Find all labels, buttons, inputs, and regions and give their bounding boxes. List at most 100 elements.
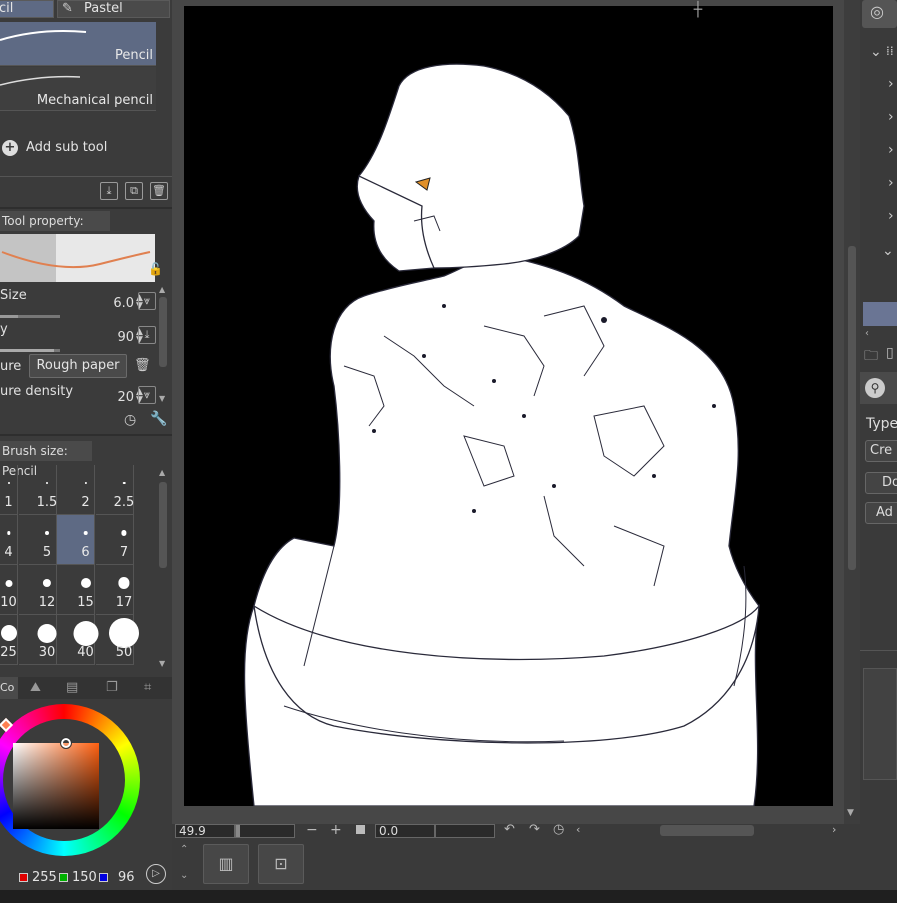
app-logo-button[interactable]: ◎ xyxy=(862,0,897,28)
zoom-out-icon[interactable]: − xyxy=(306,822,318,838)
scroll-left-icon[interactable]: ‹ xyxy=(576,823,580,836)
brush-size-cell[interactable]: 10 xyxy=(0,565,18,615)
trash-icon[interactable]: 🗑 xyxy=(150,182,168,200)
brush-size-grid: 1 1.5 2 2.5 4 5 6 7 10 12 15 17 25 30 40 50 xyxy=(0,465,154,672)
scroll-down-icon[interactable]: ▼ xyxy=(159,659,165,668)
brush-size-dot xyxy=(118,577,130,589)
brush-size-cell[interactable]: 1 xyxy=(0,465,18,515)
size-row[interactable]: Size 6.0 ▲ ▼ ⩔ xyxy=(0,284,156,318)
size-dynamics-icon[interactable]: ⩔ xyxy=(138,292,156,310)
new-folder-icon[interactable]: 🗀 xyxy=(864,345,878,369)
subtool-toolbar: ⤓ ⧉ 🗑 xyxy=(0,176,172,204)
brush-size-cell[interactable]: 50 xyxy=(95,615,139,665)
brush-size-cell[interactable]: 7 xyxy=(95,515,134,565)
chevron-down-icon[interactable]: ⌄ xyxy=(180,870,188,881)
chevron-right-icon[interactable]: › xyxy=(888,208,894,224)
zoom-field[interactable]: 49.9 xyxy=(175,824,235,838)
trash-icon[interactable]: 🗑 xyxy=(134,358,151,373)
chevron-right-icon[interactable]: › xyxy=(888,142,894,158)
brush-item-mechanical-pencil[interactable]: Mechanical pencil xyxy=(0,67,156,111)
snap-button[interactable]: ⊡ xyxy=(258,844,304,884)
color-set-icon[interactable]: ▤ xyxy=(66,680,78,695)
brush-size-scrollbar[interactable] xyxy=(159,482,167,568)
brush-size-cell[interactable]: 6 xyxy=(57,515,95,565)
chevron-right-icon[interactable]: › xyxy=(888,175,894,191)
scroll-down-icon[interactable]: ▼ xyxy=(159,394,165,403)
brush-size-dot xyxy=(7,482,10,484)
new-layer-icon[interactable]: ▯ xyxy=(886,345,894,361)
texture-density-dynamics-icon[interactable]: ⩔ xyxy=(138,386,156,404)
brush-size-cell[interactable]: 40 xyxy=(57,615,98,665)
brush-size-dot xyxy=(121,530,127,536)
import-icon[interactable]: ⤓ xyxy=(100,182,118,200)
brush-size-cell[interactable]: 15 xyxy=(57,565,95,615)
crosshair-cursor-icon: ┼ xyxy=(693,2,703,18)
download-button[interactable]: Do xyxy=(865,472,897,494)
lock-icon[interactable]: 🔓 xyxy=(148,262,163,276)
color-picker-handle[interactable] xyxy=(60,737,72,749)
create-button[interactable]: Cre xyxy=(865,440,897,462)
brush-size-label: 17 xyxy=(115,595,133,610)
fit-icon[interactable] xyxy=(356,825,365,834)
tool-property-scrollbar[interactable] xyxy=(159,297,167,367)
canvas-vertical-scroll[interactable]: ▼ xyxy=(844,0,860,826)
opacity-slider[interactable] xyxy=(0,349,60,352)
texture-value: Rough paper xyxy=(36,358,120,373)
layout-button[interactable]: ▥ xyxy=(203,844,249,884)
scroll-right-icon[interactable]: › xyxy=(832,823,836,836)
size-value: 6.0 xyxy=(113,296,134,311)
brush-size-cell[interactable]: 5 xyxy=(18,515,57,565)
divider xyxy=(0,434,172,436)
add-button[interactable]: Ad xyxy=(865,502,897,524)
subtool-tab-pastel[interactable]: ✎ Pastel xyxy=(57,0,170,18)
scroll-up-icon[interactable]: ▲ xyxy=(159,468,165,477)
app-window: cil ✎ Pastel Pencil Mechanical pencil + … xyxy=(0,0,897,903)
chevron-right-icon[interactable]: › xyxy=(888,76,894,92)
brush-size-cell[interactable]: 30 xyxy=(18,615,57,665)
brush-item-pencil[interactable]: Pencil xyxy=(0,22,156,66)
brush-size-cell[interactable]: 2.5 xyxy=(95,465,134,515)
brush-size-cell[interactable]: 4 xyxy=(0,515,18,565)
brush-size-cell[interactable]: 12 xyxy=(18,565,57,615)
chevron-right-icon[interactable]: › xyxy=(888,109,894,125)
intermediate-color-icon[interactable]: ⛰ xyxy=(30,680,41,695)
brush-size-cell[interactable]: 1.5 xyxy=(18,465,57,515)
horizontal-scroll-thumb[interactable] xyxy=(660,825,754,836)
chevron-down-icon[interactable]: ⌄ xyxy=(870,44,882,60)
rotation-slider[interactable] xyxy=(435,824,495,838)
redo-icon[interactable]: ↷ xyxy=(529,822,540,837)
scroll-up-icon[interactable]: ▲ xyxy=(159,285,165,294)
brush-size-cell[interactable]: 25 xyxy=(0,615,18,665)
texture-density-row[interactable]: ure density 20 ▲ ▼ ⩔ xyxy=(0,382,156,410)
brush-size-cell[interactable]: 17 xyxy=(95,565,134,615)
copy-icon[interactable]: ⧉ xyxy=(125,182,143,200)
opacity-row[interactable]: y 90 ▲ ▼ ⤓ xyxy=(0,318,156,352)
wrench-icon[interactable]: 🔧 xyxy=(150,411,167,427)
add-sub-tool-button[interactable]: + Add sub tool xyxy=(2,138,152,160)
green-value: 150 xyxy=(72,870,97,885)
subtool-tab-pencil[interactable]: cil xyxy=(0,0,54,18)
brush-size-label: 2.5 xyxy=(113,495,135,510)
vertical-scroll-thumb[interactable] xyxy=(848,246,856,570)
selected-layer[interactable] xyxy=(863,302,897,326)
color-mode-icon[interactable]: ▷ xyxy=(146,864,166,884)
color-history-icon[interactable]: ❐ xyxy=(106,680,118,695)
search-tab[interactable]: ⚲ xyxy=(860,372,897,404)
color-slider-icon[interactable]: ⌗ xyxy=(144,680,151,695)
canvas-artwork[interactable] xyxy=(184,6,833,806)
rotation-field[interactable]: 0.0 xyxy=(375,824,435,838)
zoom-slider[interactable] xyxy=(235,824,295,838)
undo-icon[interactable]: ↶ xyxy=(504,822,515,837)
texture-select[interactable]: Rough paper xyxy=(29,354,127,378)
saturation-value-square[interactable] xyxy=(13,743,99,829)
opacity-download-icon[interactable]: ⤓ xyxy=(138,326,156,344)
reset-icon[interactable]: ◷ xyxy=(124,412,136,428)
reset-rotation-icon[interactable]: ◷ xyxy=(553,822,564,837)
scroll-down-icon[interactable]: ▼ xyxy=(847,808,854,818)
chevron-down-icon[interactable]: ⌄ xyxy=(882,243,894,259)
scroll-left-icon[interactable]: ‹ xyxy=(865,328,869,339)
brush-size-cell[interactable]: 2 xyxy=(57,465,95,515)
chevron-up-icon[interactable]: ⌃ xyxy=(180,844,188,855)
zoom-in-icon[interactable]: + xyxy=(330,822,342,838)
tab-color-wheel[interactable]: Co xyxy=(0,677,18,699)
